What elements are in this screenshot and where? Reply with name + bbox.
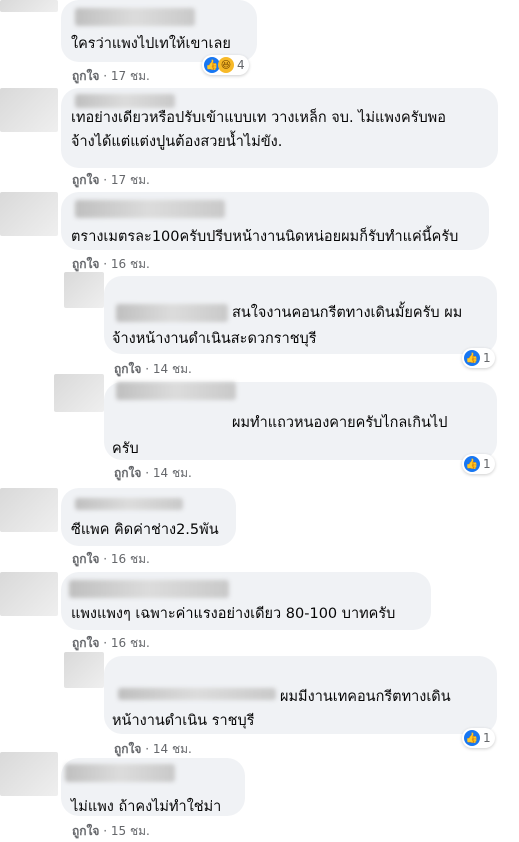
like-icon: 👍 — [464, 456, 480, 472]
comment-text: ไม่แพง ถ้าคงไม่ทำใช่ม่า — [71, 799, 222, 815]
like-link[interactable]: ถูกใจ — [114, 466, 141, 480]
comment-text-line2: จ้างได้แต่แต่งปูนต้องสวยน้ำไม่ขัง. — [71, 134, 283, 150]
comment-3: ตรางเมตรละ100ครับปรีบหน้างานนิดหน่อยผมก็… — [0, 188, 519, 272]
commenter-name[interactable] — [118, 688, 276, 700]
timestamp[interactable]: 16 ชม. — [111, 636, 150, 650]
like-link[interactable]: ถูกใจ — [72, 636, 99, 650]
reaction-count[interactable]: 👍 1 — [462, 728, 495, 748]
comment-text: ผมมีงานเทคอนกรีตทางเดิน — [280, 689, 451, 705]
avatar[interactable] — [0, 192, 58, 236]
commenter-name[interactable] — [116, 304, 228, 322]
comment-6: ซีแพค คิดค่าช่าง2.5พัน ถูกใจ · 16 ชม. — [0, 484, 519, 568]
like-link[interactable]: ถูกใจ — [72, 69, 99, 83]
timestamp[interactable]: 14 ชม. — [153, 466, 192, 480]
comment-bubble: เทอย่างเดียวหรือปรับเข้าแบบเท วางเหล็ก จ… — [61, 88, 498, 168]
comment-text-line2: จ้างหน้างานดำเนินสะดวกราชบุรี — [112, 331, 317, 347]
comment-text: แพงแพงๆ เฉพาะค่าแรงอย่างเดียว 80-100 บาท… — [71, 606, 396, 622]
comment-meta: ถูกใจ · 16 ชม. — [72, 636, 150, 650]
avatar[interactable] — [64, 652, 104, 688]
avatar[interactable] — [0, 0, 58, 12]
commenter-name[interactable] — [65, 764, 175, 782]
comment-bubble: ผมทำแถวหนองคายครับไกลเกินไป ครับ — [104, 382, 497, 460]
commenter-name[interactable] — [75, 498, 183, 510]
comment-4-reply: สนใจงานคอนกรีตทางเดินมั้ยครับ ผม จ้างหน้… — [0, 272, 519, 376]
avatar[interactable] — [0, 572, 58, 616]
reaction-count[interactable]: 👍 1 — [462, 348, 495, 368]
like-link[interactable]: ถูกใจ — [72, 173, 99, 187]
comment-text: สนใจงานคอนกรีตทางเดินมั้ยครับ ผม — [232, 305, 463, 321]
comment-text: ซีแพค คิดค่าช่าง2.5พัน — [71, 522, 219, 538]
like-link[interactable]: ถูกใจ — [72, 257, 99, 271]
comment-9: ไม่แพง ถ้าคงไม่ทำใช่ม่า ถูกใจ · 15 ชม. — [0, 752, 519, 842]
timestamp[interactable]: 16 ชม. — [111, 552, 150, 566]
comment-text: ใครว่าแพงไปเทให้เขาเลย — [71, 36, 231, 52]
comment-text-line2: หน้างานดำเนิน ราชบุรี — [112, 713, 255, 729]
like-link[interactable]: ถูกใจ — [72, 824, 99, 838]
avatar[interactable] — [64, 272, 104, 308]
like-icon: 👍 — [464, 350, 480, 366]
comment-text-line2: ครับ — [112, 441, 139, 457]
commenter-name[interactable] — [69, 580, 229, 598]
like-link[interactable]: ถูกใจ — [72, 552, 99, 566]
comment-8-reply: ผมมีงานเทคอนกรีตทางเดิน หน้างานดำเนิน รา… — [0, 652, 519, 756]
avatar[interactable] — [54, 374, 104, 412]
comment-2: เทอย่างเดียวหรือปรับเข้าแบบเท วางเหล็ก จ… — [0, 84, 519, 188]
comment-meta: ถูกใจ · 14 ชม. — [114, 466, 192, 480]
comment-bubble: ไม่แพง ถ้าคงไม่ทำใช่ม่า — [61, 758, 245, 816]
commenter-name[interactable] — [116, 382, 236, 400]
commenter-name[interactable] — [75, 200, 225, 218]
comment-text: ตรางเมตรละ100ครับปรีบหน้างานนิดหน่อยผมก็… — [71, 229, 459, 245]
comment-meta: ถูกใจ · 16 ชม. — [72, 552, 150, 566]
like-icon: 👍 — [464, 730, 480, 746]
timestamp[interactable]: 15 ชม. — [111, 824, 150, 838]
comment-bubble: ผมมีงานเทคอนกรีตทางเดิน หน้างานดำเนิน รา… — [104, 656, 497, 734]
avatar[interactable] — [0, 488, 58, 532]
comment-bubble: ตรางเมตรละ100ครับปรีบหน้างานนิดหน่อยผมก็… — [61, 192, 489, 250]
comment-meta: ถูกใจ · 15 ชม. — [72, 824, 150, 838]
comment-5-reply: ผมทำแถวหนองคายครับไกลเกินไป ครับ 👍 1 ถูก… — [0, 372, 519, 484]
commenter-name[interactable] — [75, 8, 195, 26]
comment-text: ผมทำแถวหนองคายครับไกลเกินไป — [232, 415, 448, 431]
comment-bubble: สนใจงานคอนกรีตทางเดินมั้ยครับ ผม จ้างหน้… — [104, 276, 497, 354]
avatar[interactable] — [0, 88, 58, 132]
timestamp[interactable]: 17 ชม. — [111, 69, 150, 83]
timestamp[interactable]: 16 ชม. — [111, 257, 150, 271]
reaction-count[interactable]: 👍 😆 4 — [202, 55, 249, 75]
timestamp[interactable]: 17 ชม. — [111, 173, 150, 187]
comment-1: ใครว่าแพงไปเทให้เขาเลย 👍 😆 4 ถูกใจ · 17 … — [0, 0, 519, 84]
comment-text: เทอย่างเดียวหรือปรับเข้าแบบเท วางเหล็ก จ… — [71, 110, 446, 126]
reaction-count[interactable]: 👍 1 — [462, 454, 495, 474]
haha-icon: 😆 — [218, 57, 234, 73]
comment-bubble: แพงแพงๆ เฉพาะค่าแรงอย่างเดียว 80-100 บาท… — [61, 572, 431, 630]
commenter-name[interactable] — [75, 94, 175, 108]
comment-7: แพงแพงๆ เฉพาะค่าแรงอย่างเดียว 80-100 บาท… — [0, 568, 519, 652]
comment-bubble: ซีแพค คิดค่าช่าง2.5พัน — [61, 488, 236, 546]
comment-bubble: ใครว่าแพงไปเทให้เขาเลย — [61, 0, 257, 62]
avatar[interactable] — [0, 752, 58, 796]
